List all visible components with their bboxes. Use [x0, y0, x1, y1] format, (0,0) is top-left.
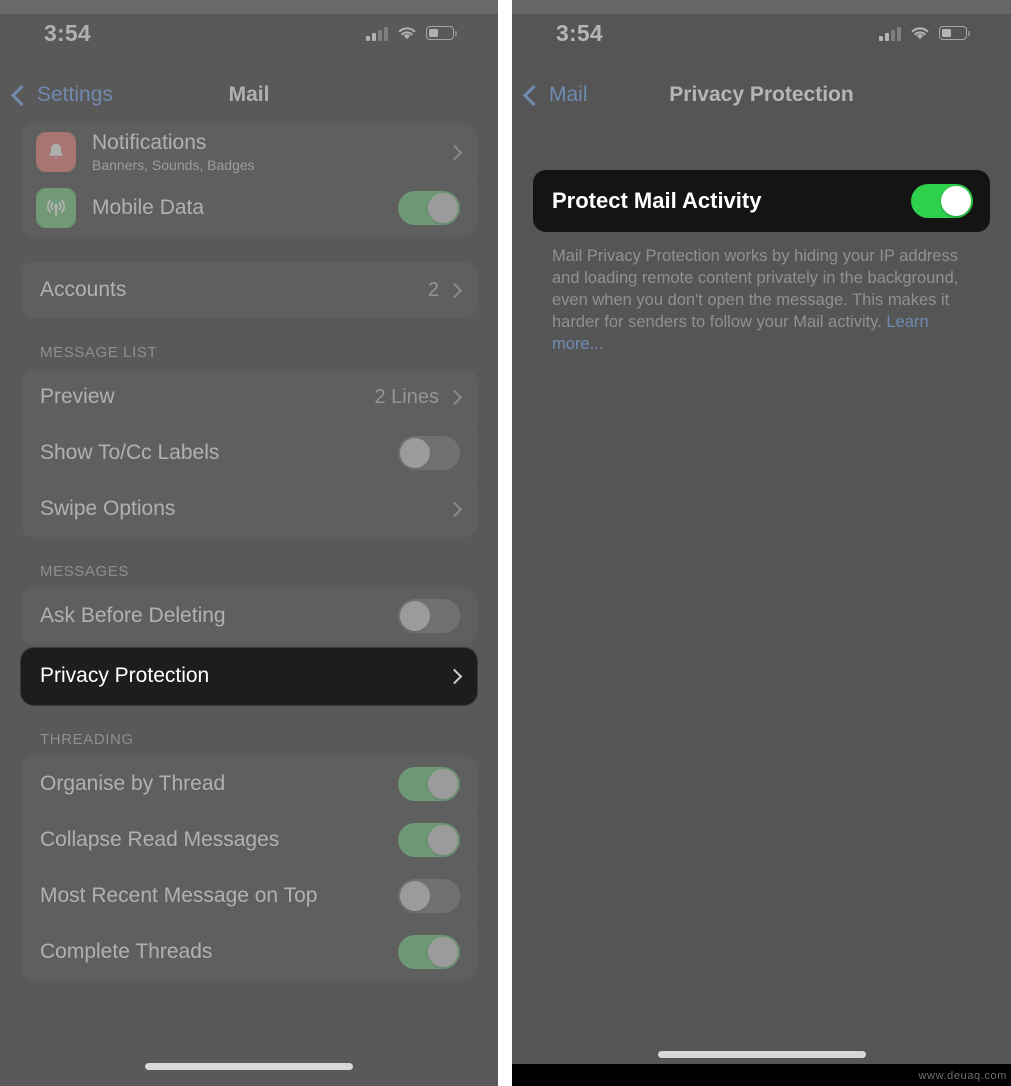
- chevron-right-icon: [446, 282, 463, 298]
- section-header-messages: MESSAGES: [40, 563, 129, 580]
- home-indicator[interactable]: [657, 1051, 866, 1058]
- status-clock: 3:54: [556, 19, 603, 46]
- row-value: 2 Lines: [374, 385, 440, 408]
- protect-mail-activity-toggle[interactable]: [911, 184, 973, 218]
- row-accounts[interactable]: Accounts 2: [21, 262, 477, 318]
- row-label: Show To/Cc Labels: [40, 440, 220, 464]
- row-label: Notifications: [92, 130, 207, 154]
- settings-group-message-list: Preview 2 Lines Show To/Cc Labels Swipe …: [21, 369, 477, 537]
- settings-group-messages: Ask Before Deleting: [21, 588, 477, 644]
- cellular-signal-icon: [366, 26, 388, 41]
- toggle-knob: [428, 193, 458, 223]
- row-preview[interactable]: Preview 2 Lines: [21, 369, 477, 425]
- row-label: Most Recent Message on Top: [40, 883, 318, 907]
- row-label: Protect Mail Activity: [552, 188, 762, 214]
- left-status-bar: 3:54: [0, 0, 498, 66]
- wifi-icon: [911, 26, 929, 39]
- ask-before-deleting-toggle[interactable]: [398, 599, 460, 633]
- section-header-threading: THREADING: [40, 731, 134, 748]
- toggle-knob: [428, 825, 458, 855]
- protect-mail-activity-card: Protect Mail Activity: [533, 170, 990, 232]
- home-indicator[interactable]: [145, 1063, 353, 1070]
- row-sublabel: Banners, Sounds, Badges: [92, 157, 255, 174]
- page-title: Privacy Protection: [669, 83, 854, 106]
- battery-icon: [426, 26, 457, 40]
- right-status-bar: 3:54: [512, 0, 1011, 66]
- row-label: Collapse Read Messages: [40, 827, 280, 851]
- row-swipe-options[interactable]: Swipe Options: [21, 481, 477, 537]
- toggle-knob: [400, 438, 430, 468]
- antenna-icon: [36, 188, 76, 228]
- most-recent-message-on-top-toggle[interactable]: [398, 879, 460, 913]
- status-icon-group: [879, 26, 970, 41]
- screenshot-canvas: 3:54 Settings Mail Notifications Banners…: [0, 0, 1011, 1086]
- chevron-right-icon: [446, 144, 463, 160]
- settings-list: Notifications Banners, Sounds, Badges Mo…: [0, 124, 498, 1086]
- toggle-knob: [941, 186, 971, 216]
- settings-group-privacy-protection: Privacy Protection: [21, 648, 477, 705]
- row-label: Organise by Thread: [40, 771, 226, 795]
- row-label: Privacy Protection: [40, 664, 210, 688]
- chevron-right-icon: [446, 501, 463, 517]
- toggle-knob: [400, 881, 430, 911]
- toggle-knob: [400, 601, 430, 631]
- row-notifications-text: Notifications Banners, Sounds, Badges: [92, 131, 255, 173]
- complete-threads-toggle[interactable]: [398, 935, 460, 969]
- privacy-protection-footer: Mail Privacy Protection works by hiding …: [533, 232, 990, 356]
- row-mobile-data[interactable]: Mobile Data: [21, 180, 477, 236]
- left-phone-screen: 3:54 Settings Mail Notifications Banners…: [0, 0, 498, 1086]
- settings-group-threading: Organise by Thread Collapse Read Message…: [21, 756, 477, 980]
- page-title: Mail: [228, 83, 270, 106]
- mobile-data-toggle[interactable]: [398, 191, 460, 225]
- chevron-right-icon: [446, 389, 463, 405]
- section-header-message-list: MESSAGE LIST: [40, 344, 158, 361]
- chevron-right-icon: [446, 668, 463, 685]
- status-icon-group: [366, 26, 457, 41]
- row-privacy-protection[interactable]: Privacy Protection: [21, 648, 477, 705]
- row-label: Swipe Options: [40, 496, 176, 520]
- left-nav-bar: Settings Mail: [0, 66, 498, 124]
- right-nav-bar: Mail Privacy Protection: [512, 66, 1011, 124]
- bell-icon: [36, 132, 76, 172]
- row-protect-mail-activity[interactable]: Protect Mail Activity: [533, 170, 990, 232]
- toggle-knob: [428, 769, 458, 799]
- row-value: 2: [427, 278, 439, 301]
- cellular-signal-icon: [879, 26, 901, 41]
- organise-by-thread-toggle[interactable]: [398, 767, 460, 801]
- row-show-to-cc-labels[interactable]: Show To/Cc Labels: [21, 425, 477, 481]
- wifi-icon: [398, 26, 416, 39]
- row-label: Ask Before Deleting: [40, 603, 226, 627]
- row-most-recent-message-on-top[interactable]: Most Recent Message on Top: [21, 868, 477, 924]
- settings-group-accounts: Accounts 2: [21, 262, 477, 318]
- left-screen-content: 3:54 Settings Mail Notifications Banners…: [0, 0, 498, 1086]
- row-label: Accounts: [40, 277, 127, 301]
- row-label: Complete Threads: [40, 939, 213, 963]
- row-complete-threads[interactable]: Complete Threads: [21, 924, 477, 980]
- group-gap: [21, 236, 477, 262]
- row-label: Mobile Data: [92, 195, 205, 219]
- right-screen-content: 3:54 Mail Privacy Protection Protect Mai…: [512, 0, 1011, 1086]
- left-screen: 3:54 Settings Mail Notifications Banners…: [0, 0, 498, 1086]
- row-notifications[interactable]: Notifications Banners, Sounds, Badges: [21, 124, 477, 180]
- show-to-cc-labels-toggle[interactable]: [398, 436, 460, 470]
- right-phone-screen: 3:54 Mail Privacy Protection Protect Mai…: [512, 0, 1011, 1086]
- battery-icon: [939, 26, 970, 40]
- row-organise-by-thread[interactable]: Organise by Thread: [21, 756, 477, 812]
- row-collapse-read-messages[interactable]: Collapse Read Messages: [21, 812, 477, 868]
- privacy-protection-list: Protect Mail Activity Mail Privacy Prote…: [512, 124, 1011, 1086]
- row-ask-before-deleting[interactable]: Ask Before Deleting: [21, 588, 477, 644]
- watermark: www.deuaq.com: [918, 1070, 1007, 1082]
- right-screen: 3:54 Mail Privacy Protection Protect Mai…: [512, 0, 1011, 1086]
- settings-group-top: Notifications Banners, Sounds, Badges Mo…: [21, 124, 477, 236]
- collapse-read-messages-toggle[interactable]: [398, 823, 460, 857]
- toggle-knob: [428, 937, 458, 967]
- row-label: Preview: [40, 384, 115, 408]
- status-clock: 3:54: [44, 19, 91, 46]
